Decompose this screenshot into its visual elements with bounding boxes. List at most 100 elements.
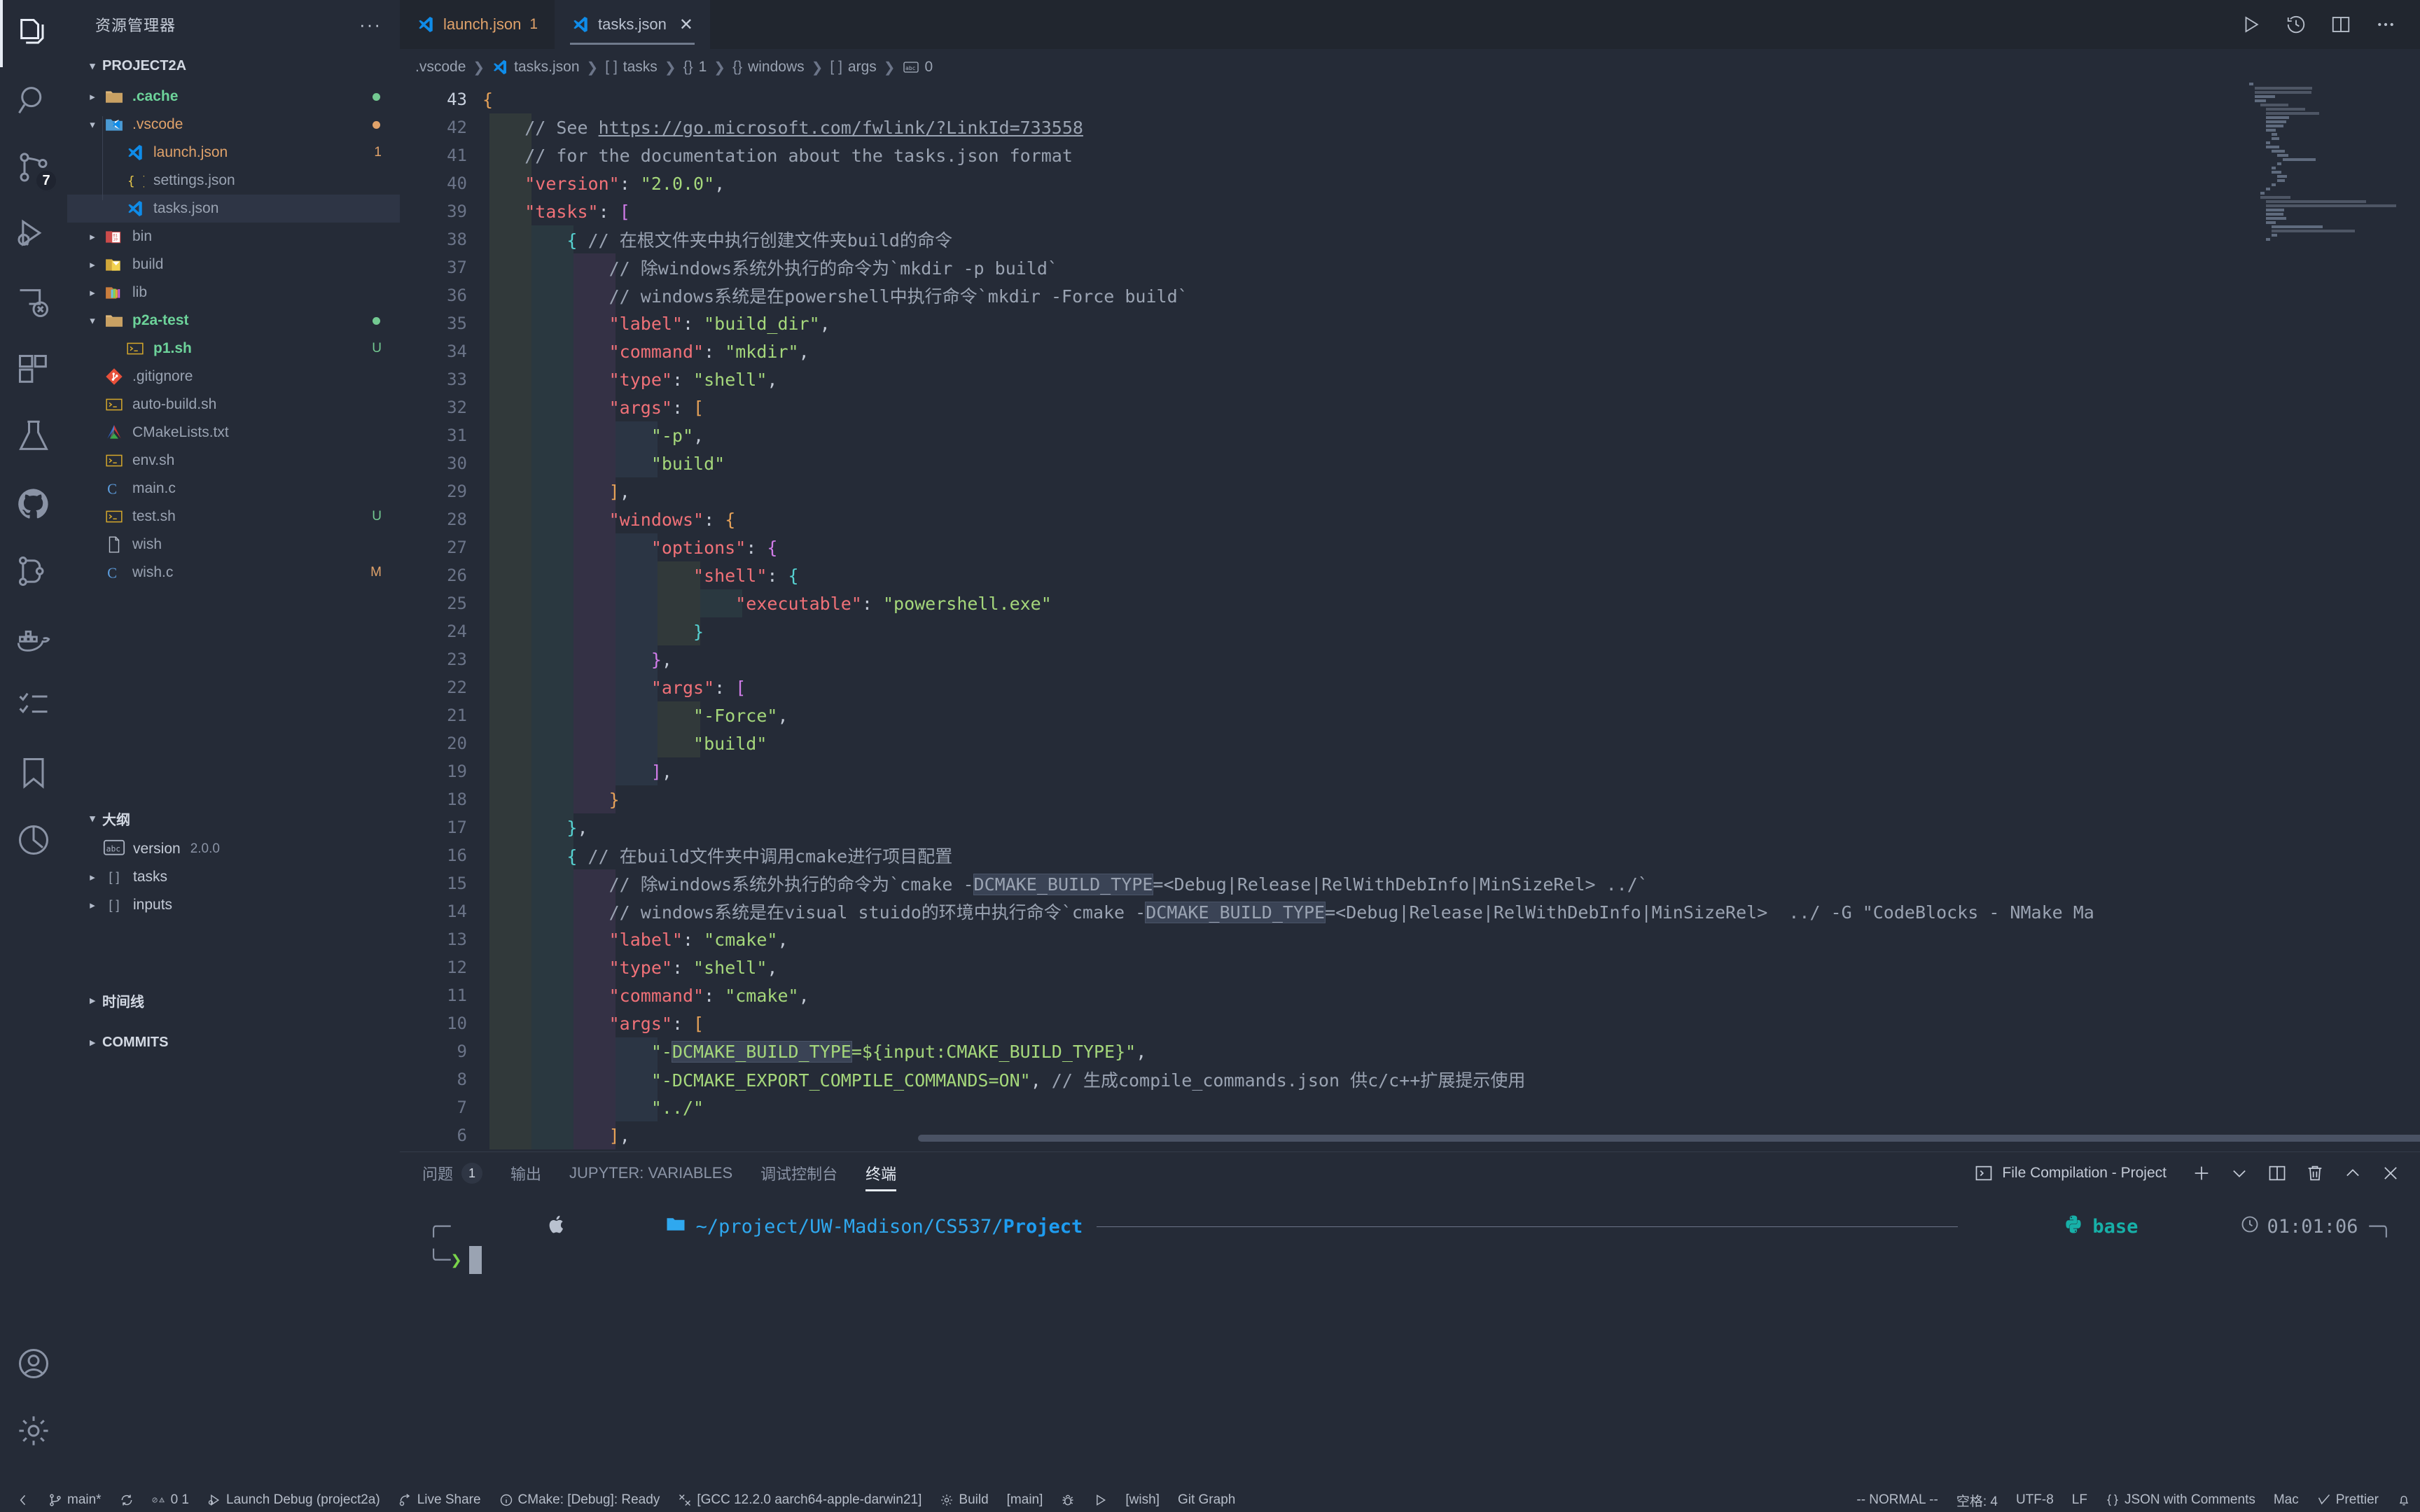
activity-item-remote-explorer[interactable] <box>0 269 67 336</box>
tree-item--gitignore[interactable]: .gitignore <box>67 363 400 391</box>
tree-item-cmakelists-txt[interactable]: CMakeLists.txt <box>67 419 400 447</box>
status-item-remote-indicator[interactable] <box>7 1488 39 1512</box>
activity-item-settings[interactable] <box>0 1397 67 1464</box>
status-item-sync-changes[interactable] <box>111 1488 143 1512</box>
terminal-body[interactable]: ╭─ ~/project/UW-Madison/CS537/Project ba… <box>400 1194 2420 1488</box>
split-terminal-icon[interactable] <box>2267 1163 2287 1183</box>
breadcrumb-item-args[interactable]: [ ] args <box>830 59 876 76</box>
tree-item--vscode[interactable]: ▾ .vscode <box>67 111 400 139</box>
kill-terminal-icon[interactable] <box>2305 1163 2325 1183</box>
activity-item-run-and-debug[interactable] <box>0 202 67 269</box>
history-icon[interactable] <box>2286 14 2307 35</box>
tree-item--cache[interactable]: ▸ .cache <box>67 83 400 111</box>
tree-item-wish[interactable]: wish <box>67 531 400 559</box>
activity-item-accounts[interactable] <box>0 1330 67 1397</box>
outline-item-inputs[interactable]: ▸ [ ] inputs <box>67 891 400 919</box>
chevron-down-icon[interactable]: ▾ <box>83 118 102 131</box>
outline-item-tasks[interactable]: ▸ [ ] tasks <box>67 863 400 891</box>
terminal-input-line[interactable]: ╰─ ❯ <box>428 1243 2392 1277</box>
status-item-cmake-debug[interactable] <box>1052 1488 1084 1512</box>
tree-item-build[interactable]: ▸ build <box>67 251 400 279</box>
tree-item-wish-c[interactable]: Cwish.c M <box>67 559 400 587</box>
chevron-right-icon[interactable]: ▸ <box>83 230 102 243</box>
status-item-launch-target[interactable]: [wish] <box>1116 1488 1169 1512</box>
status-item-indentation[interactable]: 空格: 4 <box>1947 1488 2007 1512</box>
breadcrumb-item-1[interactable]: {} 1 <box>683 59 707 76</box>
timeline-section-header[interactable]: ▸ 时间线 <box>67 983 400 1017</box>
tree-item-env-sh[interactable]: env.sh <box>67 447 400 475</box>
tree-item-p2a-test[interactable]: ▾ p2a-test <box>67 307 400 335</box>
status-item-eol[interactable]: LF <box>2063 1488 2096 1512</box>
status-item-prettier[interactable]: Prettier <box>2308 1488 2388 1512</box>
activity-item-explorer[interactable] <box>0 0 67 67</box>
panel-tab-问题[interactable]: 问题 1 <box>422 1152 483 1194</box>
tree-item-launch-json[interactable]: launch.json 1 <box>67 139 400 167</box>
activity-item-bookmarks[interactable] <box>0 739 67 806</box>
code-editor[interactable]: 43 {42 // See https://go.microsoft.com/fw… <box>400 85 2420 1152</box>
split-editor-icon[interactable] <box>2330 14 2351 35</box>
status-item-live-share[interactable]: Live Share <box>389 1488 490 1512</box>
status-item-cmake-kit[interactable]: [GCC 12.2.0 aarch64-apple-darwin21] <box>669 1488 931 1512</box>
chevron-down-icon[interactable] <box>2230 1163 2249 1183</box>
status-item-cmake-build[interactable]: Build <box>931 1488 997 1512</box>
editor-horizontal-scrollbar[interactable] <box>918 1135 2420 1142</box>
status-item-language-mode[interactable]: JSON with Comments <box>2096 1488 2265 1512</box>
minimap[interactable] <box>2249 83 2403 475</box>
status-item-git-graph[interactable]: Git Graph <box>1169 1488 1244 1512</box>
activity-item-docker[interactable] <box>0 605 67 672</box>
tree-item-auto-build-sh[interactable]: auto-build.sh <box>67 391 400 419</box>
chevron-right-icon[interactable]: ▸ <box>83 90 102 103</box>
status-item-vim-mode[interactable]: -- NORMAL -- <box>1847 1488 1947 1512</box>
chevron-right-icon[interactable]: ▸ <box>83 258 102 271</box>
tab-launch-json[interactable]: launch.json 1 <box>400 0 555 49</box>
breadcrumb-item-0[interactable]: abc 0 <box>903 59 933 76</box>
activity-item-extensions[interactable] <box>0 336 67 403</box>
chevron-right-icon[interactable]: ▸ <box>83 899 102 911</box>
commits-section-header[interactable]: ▸ COMMITS <box>67 1026 400 1059</box>
activity-item-search[interactable] <box>0 67 67 134</box>
tree-item-settings-json[interactable]: { } settings.json <box>67 167 400 195</box>
tab-tasks-json[interactable]: tasks.json ✕ <box>555 0 710 49</box>
status-item-problems[interactable]: 0 1 <box>143 1488 198 1512</box>
explorer-project-root[interactable]: ▾ PROJECT2A <box>67 49 400 83</box>
tree-item-lib[interactable]: ▸ lib <box>67 279 400 307</box>
activity-item-github[interactable] <box>0 470 67 538</box>
activity-item-testing[interactable] <box>0 403 67 470</box>
maximize-panel-icon[interactable] <box>2343 1163 2363 1183</box>
activity-item-cmake[interactable] <box>0 806 67 874</box>
run-icon[interactable] <box>2241 14 2262 35</box>
status-item-git-branch[interactable]: main* <box>39 1488 111 1512</box>
breadcrumb-item-tasks[interactable]: [ ] tasks <box>605 59 658 76</box>
status-item-encoding[interactable]: UTF-8 <box>2007 1488 2063 1512</box>
panel-tab-输出[interactable]: 输出 <box>510 1152 541 1194</box>
chevron-down-icon[interactable]: ▾ <box>83 314 102 327</box>
status-item-cmake-target[interactable]: [main] <box>998 1488 1052 1512</box>
tree-item-main-c[interactable]: Cmain.c <box>67 475 400 503</box>
tree-item-bin[interactable]: ▸ 01 10 bin <box>67 223 400 251</box>
panel-tab-JUPYTER: VARIABLES[interactable]: JUPYTER: VARIABLES <box>569 1152 732 1194</box>
status-item-launch-debug[interactable]: Launch Debug (project2a) <box>198 1488 389 1512</box>
status-item-cmake-run[interactable] <box>1084 1488 1116 1512</box>
panel-tab-调试控制台[interactable]: 调试控制台 <box>760 1152 837 1194</box>
new-terminal-icon[interactable] <box>2192 1163 2211 1183</box>
tree-item-p1-sh[interactable]: p1.sh U <box>67 335 400 363</box>
activity-item-source-control[interactable]: 7 <box>0 134 67 202</box>
tree-item-test-sh[interactable]: test.sh U <box>67 503 400 531</box>
activity-item-todo-tree[interactable] <box>0 672 67 739</box>
active-terminal-name[interactable]: File Compilation - Project <box>1974 1163 2167 1183</box>
sidebar-more-actions-icon[interactable]: ··· <box>359 15 382 34</box>
outline-header[interactable]: ▾ 大纲 <box>67 802 400 835</box>
breadcrumb-item-tasks-json[interactable]: tasks.json <box>492 59 580 76</box>
status-item-cmake-status[interactable]: CMake: [Debug]: Ready <box>490 1488 669 1512</box>
chevron-right-icon[interactable]: ▸ <box>83 871 102 883</box>
breadcrumb-item--vscode[interactable]: .vscode <box>415 59 466 76</box>
outline-item-version[interactable]: abc version 2.0.0 <box>67 835 400 863</box>
breadcrumb-item-windows[interactable]: {} windows <box>732 59 805 76</box>
panel-tab-终端[interactable]: 终端 <box>865 1152 897 1194</box>
status-item-notifications[interactable] <box>2388 1488 2420 1512</box>
close-icon[interactable]: ✕ <box>679 15 693 35</box>
more-actions-icon[interactable] <box>2375 14 2396 35</box>
chevron-right-icon[interactable]: ▸ <box>83 286 102 299</box>
close-panel-icon[interactable] <box>2381 1163 2400 1183</box>
activity-item-git-graph[interactable] <box>0 538 67 605</box>
